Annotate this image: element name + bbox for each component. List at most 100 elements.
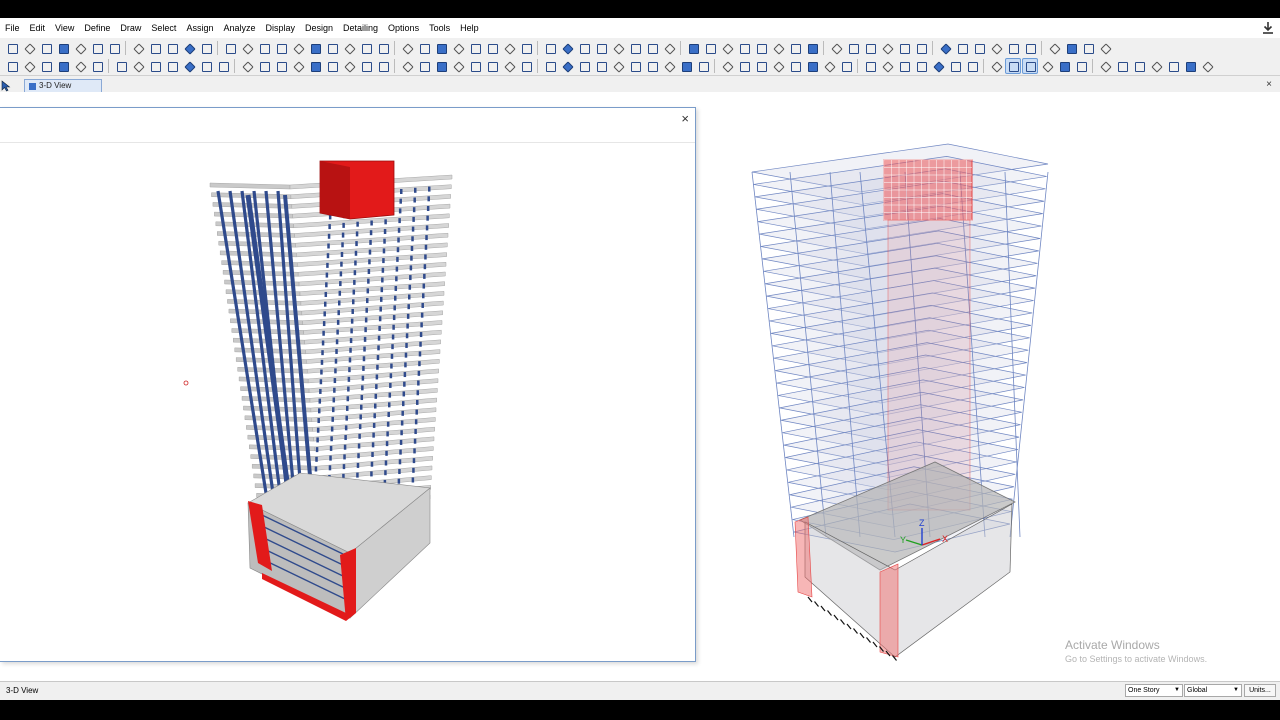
toolbar-tool-icon[interactable]	[703, 41, 717, 55]
toolbar-tool-icon[interactable]	[199, 59, 213, 73]
toolbar-tool-icon[interactable]	[628, 59, 642, 73]
toolbar-tool-icon[interactable]	[897, 41, 911, 55]
toolbar-tool-icon[interactable]	[679, 59, 693, 73]
toolbar-tool-icon[interactable]	[182, 59, 196, 73]
toolbar-tool-icon[interactable]	[771, 59, 785, 73]
toolbar-tool-icon[interactable]	[308, 59, 322, 73]
toolbar-tool-icon[interactable]	[805, 59, 819, 73]
toolbar-tool-icon[interactable]	[308, 41, 322, 55]
menu-analyze[interactable]: Analyze	[218, 18, 260, 38]
menu-draw[interactable]: Draw	[115, 18, 146, 38]
toolbar-tool-icon[interactable]	[131, 59, 145, 73]
toolbar-tool-icon[interactable]	[737, 59, 751, 73]
toolbar-tool-icon[interactable]	[1115, 59, 1129, 73]
toolbar-tool-icon[interactable]	[948, 59, 962, 73]
toolbar-tool-icon[interactable]	[485, 59, 499, 73]
toolbar-tool-icon[interactable]	[645, 41, 659, 55]
toolbar-tool-icon[interactable]	[839, 59, 853, 73]
toolbar-tool-icon[interactable]	[788, 59, 802, 73]
toolbar-tool-icon[interactable]	[216, 59, 230, 73]
toolbar-tool-icon[interactable]	[274, 59, 288, 73]
toolbar-tool-icon[interactable]	[1149, 59, 1163, 73]
toolbar-tool-icon[interactable]	[223, 41, 237, 55]
toolbar-tool-icon[interactable]	[1074, 59, 1088, 73]
menu-view[interactable]: View	[50, 18, 79, 38]
toolbar-tool-icon[interactable]	[594, 41, 608, 55]
toolbar-tool-icon[interactable]	[594, 59, 608, 73]
toolbar-tool-icon[interactable]	[955, 41, 969, 55]
toolbar-tool-icon[interactable]	[805, 41, 819, 55]
toolbar-tool-icon[interactable]	[829, 41, 843, 55]
toolbar-tool-icon[interactable]	[1098, 59, 1112, 73]
toolbar-tool-icon[interactable]	[560, 59, 574, 73]
toolbar-tool-icon[interactable]	[376, 59, 390, 73]
toolbar-tool-icon[interactable]	[1064, 41, 1078, 55]
toolbar-tool-icon[interactable]	[914, 41, 928, 55]
toolbar-tool-icon[interactable]	[342, 41, 356, 55]
menu-tools[interactable]: Tools	[424, 18, 455, 38]
toolbar-tool-icon[interactable]	[376, 41, 390, 55]
toolbar-tool-icon[interactable]	[148, 59, 162, 73]
toolbar-tool-icon[interactable]	[822, 59, 836, 73]
pointer-icon[interactable]	[1, 80, 11, 92]
toolbar-tool-icon[interactable]	[880, 59, 894, 73]
menu-options[interactable]: Options	[383, 18, 424, 38]
toolbar-tool-icon[interactable]	[938, 41, 952, 55]
toolbar-tool-icon[interactable]	[131, 41, 145, 55]
toolbar-tool-icon[interactable]	[73, 59, 87, 73]
toolbar-tool-icon[interactable]	[1021, 58, 1038, 74]
toolbar-tool-icon[interactable]	[543, 59, 557, 73]
toolbar-tool-icon[interactable]	[485, 41, 499, 55]
toolbar-tool-icon[interactable]	[73, 41, 87, 55]
toolbar-tool-icon[interactable]	[543, 41, 557, 55]
toolbar-tool-icon[interactable]	[468, 41, 482, 55]
toolbar-tool-icon[interactable]	[989, 59, 1003, 73]
toolbar-tool-icon[interactable]	[468, 59, 482, 73]
toolbar-tool-icon[interactable]	[148, 41, 162, 55]
toolbar-tool-icon[interactable]	[720, 59, 734, 73]
toolbar-tool-icon[interactable]	[1098, 41, 1112, 55]
toolbar-tool-icon[interactable]	[90, 41, 104, 55]
toolbar-tool-icon[interactable]	[39, 59, 53, 73]
toolbar-tool-icon[interactable]	[359, 59, 373, 73]
menu-help[interactable]: Help	[455, 18, 484, 38]
toolbar-tool-icon[interactable]	[931, 59, 945, 73]
toolbar-tool-icon[interactable]	[39, 41, 53, 55]
toolbar-tool-icon[interactable]	[434, 41, 448, 55]
toolbar-tool-icon[interactable]	[325, 59, 339, 73]
menu-select[interactable]: Select	[146, 18, 181, 38]
toolbar-tool-icon[interactable]	[1183, 59, 1197, 73]
toolbar-tool-icon[interactable]	[257, 41, 271, 55]
menu-detailing[interactable]: Detailing	[338, 18, 383, 38]
toolbar-tool-icon[interactable]	[686, 41, 700, 55]
menu-display[interactable]: Display	[260, 18, 300, 38]
toolbar-tool-icon[interactable]	[107, 41, 121, 55]
toolbar-tool-icon[interactable]	[56, 41, 70, 55]
toolbar-tool-icon[interactable]	[434, 59, 448, 73]
toolbar-tool-icon[interactable]	[846, 41, 860, 55]
toolbar-tool-icon[interactable]	[359, 41, 373, 55]
toolbar-tool-icon[interactable]	[1023, 41, 1037, 55]
toolbar-tool-icon[interactable]	[182, 41, 196, 55]
toolbar-tool-icon[interactable]	[914, 59, 928, 73]
toolbar-tool-icon[interactable]	[342, 59, 356, 73]
toolbar-tool-icon[interactable]	[972, 41, 986, 55]
toolbar-tool-icon[interactable]	[662, 41, 676, 55]
toolbar-tool-icon[interactable]	[56, 59, 70, 73]
toolbar-tool-icon[interactable]	[291, 59, 305, 73]
toolbar-tool-icon[interactable]	[240, 41, 254, 55]
toolbar-tool-icon[interactable]	[720, 41, 734, 55]
toolbar-tool-icon[interactable]	[577, 59, 591, 73]
toolbar-tool-icon[interactable]	[451, 59, 465, 73]
toolbar-tool-icon[interactable]	[114, 59, 128, 73]
toolbar-tool-icon[interactable]	[754, 59, 768, 73]
toolbar-tool-icon[interactable]	[291, 41, 305, 55]
toolbar-tool-icon[interactable]	[628, 41, 642, 55]
toolbar-tool-icon[interactable]	[400, 41, 414, 55]
toolbar-tool-icon[interactable]	[611, 41, 625, 55]
toolbar-tool-icon[interactable]	[611, 59, 625, 73]
coordinate-system-select[interactable]: Global ▼	[1184, 684, 1242, 697]
menu-assign[interactable]: Assign	[181, 18, 218, 38]
toolbar-tool-icon[interactable]	[1006, 41, 1020, 55]
menu-define[interactable]: Define	[79, 18, 115, 38]
